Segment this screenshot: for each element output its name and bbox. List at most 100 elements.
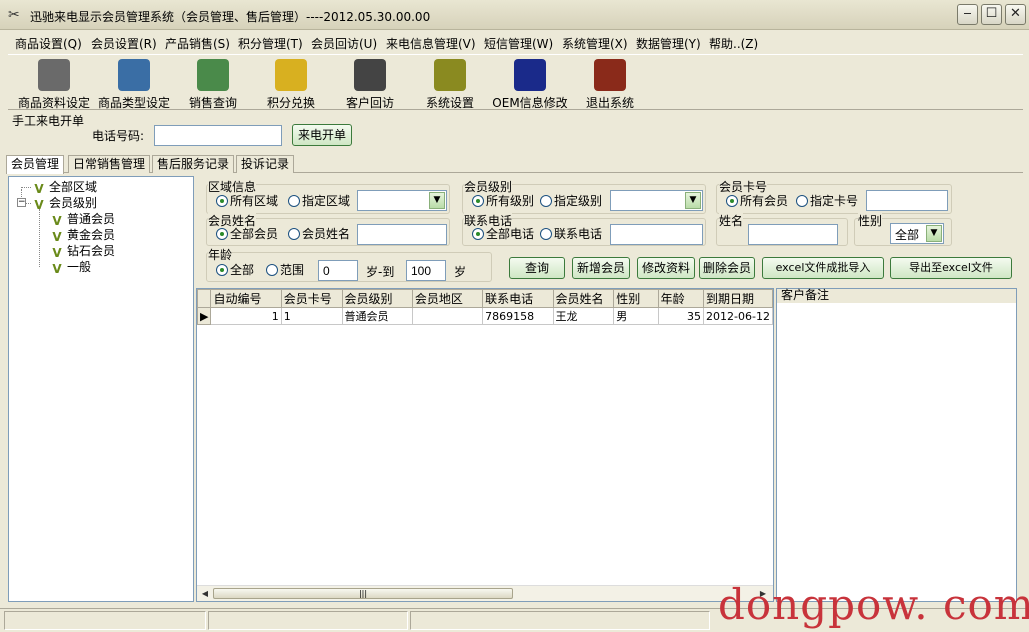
tree-node-normal[interactable]: V 普通会员	[49, 211, 115, 228]
table-cell[interactable]: 男	[613, 307, 659, 325]
tab-after-sales[interactable]: 售后服务记录	[152, 155, 235, 173]
column-header[interactable]: 年龄	[657, 289, 705, 308]
region-select[interactable]: ▼	[357, 190, 447, 211]
close-button[interactable]: ✕	[1005, 4, 1026, 25]
maximize-button[interactable]: ☐	[981, 4, 1002, 25]
age-range-radio[interactable]: 范围	[266, 262, 304, 278]
add-member-button[interactable]: 新增会员	[572, 257, 630, 279]
member-grid: 自动编号 会员卡号 会员级别 会员地区 联系电话 会员姓名 性别 年龄 到期日期…	[196, 288, 774, 602]
menu-help[interactable]: 帮助..(Z)	[709, 35, 758, 52]
tree-node-general[interactable]: V 一般	[49, 259, 91, 276]
scroll-left-icon[interactable]: ◀	[199, 588, 211, 600]
tree-node-diamond[interactable]: V 钻石会员	[49, 243, 115, 260]
level-specific-radio[interactable]: 指定级别	[540, 193, 602, 209]
table-cell[interactable]	[411, 307, 484, 325]
column-header[interactable]: 到期日期	[703, 289, 773, 308]
age-to-input[interactable]	[406, 260, 446, 281]
call-order-button[interactable]: 来电开单	[292, 124, 352, 146]
row-header-corner	[196, 289, 212, 308]
column-header[interactable]: 会员地区	[411, 289, 484, 308]
exit-button[interactable]: 退出系统	[578, 57, 642, 110]
minimize-button[interactable]: ‒	[957, 4, 978, 25]
computer-icon	[197, 59, 229, 91]
tab-complaints[interactable]: 投诉记录	[236, 155, 295, 173]
column-header[interactable]: 性别	[613, 289, 659, 308]
age-from-input[interactable]	[318, 260, 358, 281]
excel-import-button[interactable]: excel文件成批导入	[762, 257, 884, 279]
column-header[interactable]: 会员卡号	[280, 289, 343, 308]
vip-icon: V	[34, 182, 44, 196]
card-input[interactable]	[866, 190, 948, 211]
table-cell[interactable]: 1	[280, 307, 343, 325]
age-all-radio[interactable]: 全部	[216, 262, 254, 278]
table-row[interactable]: ▶ 1 1 普通会员 7869158 王龙 男 35 2012-06-12	[196, 307, 773, 325]
phone-filter-input[interactable]	[610, 224, 703, 245]
goods-info-button[interactable]: 商品资料设定	[16, 57, 92, 110]
city-icon	[354, 59, 386, 91]
tab-member-management[interactable]: 会员管理	[6, 155, 65, 174]
card-all-radio[interactable]: 所有会员	[726, 193, 788, 209]
phone-label: 电话号码:	[92, 129, 145, 143]
system-settings-button[interactable]: 系统设置	[418, 57, 482, 110]
column-header[interactable]: 会员姓名	[552, 289, 615, 308]
surname-input[interactable]	[748, 224, 838, 245]
tree-node-all-regions[interactable]: V 全部区域	[31, 179, 97, 196]
menu-goods-settings[interactable]: 商品设置(Q)	[15, 35, 82, 52]
menu-system[interactable]: 系统管理(X)	[562, 35, 628, 52]
gender-select[interactable]: 全部 ▼	[890, 223, 944, 244]
menu-data[interactable]: 数据管理(Y)	[636, 35, 701, 52]
watermark: dongpow. com	[718, 580, 1029, 629]
horizontal-scrollbar[interactable]: ◀ ||| ▶	[197, 585, 773, 601]
manual-call-title: 手工来电开单	[12, 114, 85, 128]
vip-icon: V	[52, 230, 62, 244]
name-specific-radio[interactable]: 会员姓名	[288, 226, 350, 242]
phone-specific-radio[interactable]: 联系电话	[540, 226, 602, 242]
tree-line	[39, 209, 40, 267]
sales-query-button[interactable]: 销售查询	[180, 57, 246, 110]
region-all-radio[interactable]: 所有区域	[216, 193, 278, 209]
menu-product-sales[interactable]: 产品销售(S)	[165, 35, 230, 52]
menu-member-settings[interactable]: 会员设置(R)	[91, 35, 157, 52]
region-specific-radio[interactable]: 指定区域	[288, 193, 350, 209]
tab-strip: 会员管理 日常销售管理 售后服务记录 投诉记录	[6, 155, 1023, 174]
scroll-thumb[interactable]: |||	[213, 588, 513, 599]
tree-node-member-levels[interactable]: V 会员级别	[31, 195, 97, 212]
menu-sms[interactable]: 短信管理(W)	[484, 35, 553, 52]
table-cell[interactable]: 7869158	[482, 307, 554, 325]
note-icon	[514, 59, 546, 91]
level-all-radio[interactable]: 所有级别	[472, 193, 534, 209]
goods-type-button[interactable]: 商品类型设定	[96, 57, 172, 110]
customer-notes-panel[interactable]: 客户备注	[776, 288, 1017, 602]
table-cell[interactable]: 2012-06-12	[703, 307, 773, 325]
excel-export-button[interactable]: 导出至excel文件	[890, 257, 1012, 279]
tab-daily-sales[interactable]: 日常销售管理	[68, 155, 151, 173]
phone-input[interactable]	[154, 125, 282, 146]
tree-line	[21, 187, 31, 188]
query-button[interactable]: 查询	[509, 257, 565, 279]
card-specific-radio[interactable]: 指定卡号	[796, 193, 858, 209]
table-cell[interactable]: 1	[210, 307, 282, 325]
column-header[interactable]: 会员级别	[341, 289, 413, 308]
table-cell[interactable]: 35	[657, 307, 705, 325]
menu-call-info[interactable]: 来电信息管理(V)	[386, 35, 476, 52]
table-cell[interactable]: 普通会员	[341, 307, 413, 325]
table-cell[interactable]: 王龙	[552, 307, 615, 325]
phone-all-radio[interactable]: 全部电话	[472, 226, 534, 242]
points-redeem-button[interactable]: 积分兑换	[260, 57, 322, 110]
chevron-down-icon: ▼	[685, 192, 701, 209]
menu-points[interactable]: 积分管理(T)	[238, 35, 303, 52]
oem-info-button[interactable]: OEM信息修改	[492, 57, 568, 110]
column-header[interactable]: 联系电话	[482, 289, 554, 308]
row-selector-icon[interactable]: ▶	[196, 307, 212, 325]
delete-member-button[interactable]: 删除会员	[699, 257, 755, 279]
edit-member-button[interactable]: 修改资料	[637, 257, 695, 279]
collapse-toggle[interactable]: −	[17, 198, 26, 207]
level-select[interactable]: ▼	[610, 190, 703, 211]
tv-icon	[594, 59, 626, 91]
column-header[interactable]: 自动编号	[210, 289, 282, 308]
name-all-radio[interactable]: 全部会员	[216, 226, 278, 242]
customer-visit-button[interactable]: 客户回访	[338, 57, 402, 110]
tree-node-gold[interactable]: V 黄金会员	[49, 227, 115, 244]
menu-member-visit[interactable]: 会员回访(U)	[311, 35, 377, 52]
member-name-input[interactable]	[357, 224, 447, 245]
